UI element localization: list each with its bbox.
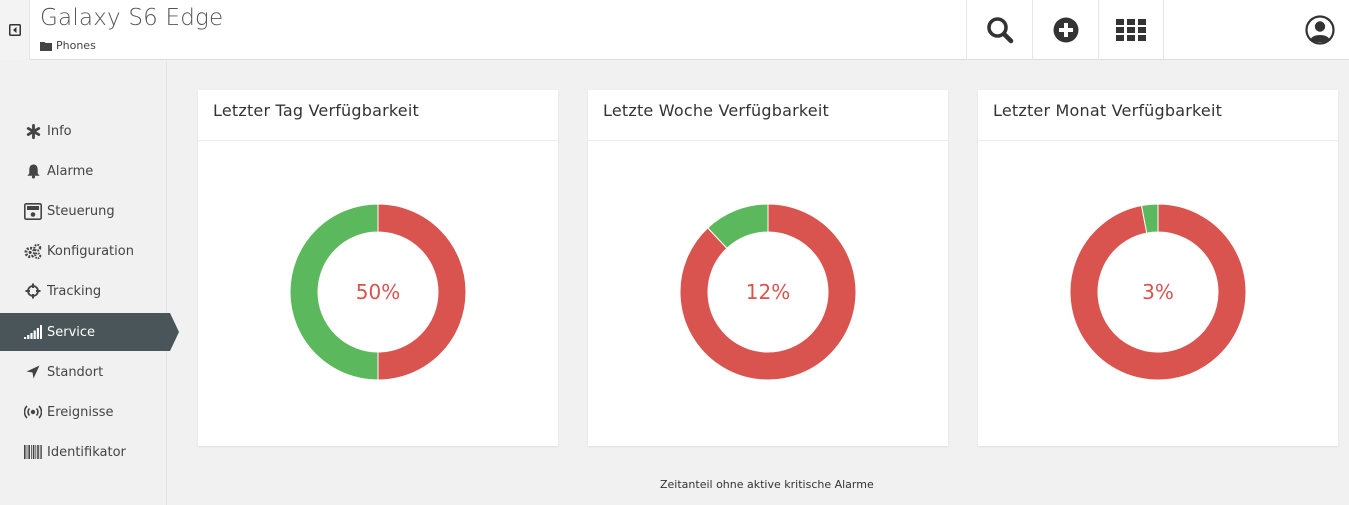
remote-icon bbox=[24, 202, 42, 220]
broadcast-icon bbox=[24, 403, 42, 421]
donut-chart: 3% bbox=[1069, 203, 1247, 381]
sidebar-item-steuerung[interactable]: Steuerung bbox=[0, 192, 167, 230]
sidebar-item-label: Info bbox=[47, 123, 72, 139]
apps-button[interactable] bbox=[1098, 0, 1164, 60]
add-button[interactable] bbox=[1032, 0, 1098, 60]
sidebar-item-tracking[interactable]: Tracking bbox=[0, 272, 167, 310]
sidebar-item-ereignisse[interactable]: Ereignisse bbox=[0, 393, 167, 431]
donut-chart: 50% bbox=[289, 203, 467, 381]
sidebar-toggle-icon bbox=[8, 24, 21, 36]
sidebar-item-label: Ereignisse bbox=[47, 404, 114, 420]
asterisk-icon bbox=[24, 122, 42, 140]
user-menu-button[interactable] bbox=[1290, 0, 1349, 60]
sidebar-item-label: Service bbox=[47, 324, 96, 340]
plus-circle-icon bbox=[1053, 17, 1078, 43]
sidebar-item-service[interactable]: Service bbox=[0, 313, 179, 351]
breadcrumb-label: Phones bbox=[56, 39, 96, 52]
sidebar-item-label: Alarme bbox=[47, 163, 94, 179]
gears-icon bbox=[24, 242, 42, 260]
sidebar-item-label: Konfiguration bbox=[47, 243, 134, 259]
sidebar: Info Alarme Steuerung Konfiguration Trac… bbox=[0, 61, 179, 505]
card-title: Letzter Monat Verfügbarkeit bbox=[978, 90, 1338, 141]
breadcrumb[interactable]: Phones bbox=[40, 39, 96, 52]
card-title: Letzter Tag Verfügbarkeit bbox=[198, 90, 558, 141]
sidebar-item-label: Identifikator bbox=[47, 444, 126, 460]
chart-footnote: Zeitanteil ohne aktive kritische Alarme bbox=[660, 478, 874, 491]
search-button[interactable] bbox=[966, 0, 1032, 60]
folder-icon bbox=[40, 41, 52, 51]
bell-icon bbox=[24, 162, 42, 180]
grid-icon bbox=[1116, 19, 1146, 41]
availability-card-week: Letzte Woche Verfügbarkeit 12% bbox=[588, 90, 948, 446]
sidebar-toggle-button[interactable] bbox=[0, 0, 30, 60]
percent-label: 12% bbox=[745, 280, 791, 304]
location-arrow-icon bbox=[24, 363, 42, 381]
availability-card-day: Letzter Tag Verfügbarkeit 50% bbox=[198, 90, 558, 446]
sidebar-item-konfiguration[interactable]: Konfiguration bbox=[0, 232, 167, 270]
card-title: Letzte Woche Verfügbarkeit bbox=[588, 90, 948, 141]
sidebar-item-label: Steuerung bbox=[47, 203, 115, 219]
percent-label: 3% bbox=[1142, 280, 1174, 304]
signal-icon bbox=[24, 323, 42, 341]
sidebar-item-standort[interactable]: Standort bbox=[0, 353, 167, 391]
sidebar-item-label: Standort bbox=[47, 364, 104, 380]
sidebar-item-label: Tracking bbox=[47, 283, 102, 299]
sidebar-item-identifikator[interactable]: Identifikator bbox=[0, 433, 167, 471]
sidebar-item-alarme[interactable]: Alarme bbox=[0, 152, 167, 190]
percent-label: 50% bbox=[355, 280, 401, 304]
donut-chart: 12% bbox=[679, 203, 857, 381]
availability-card-month: Letzter Monat Verfügbarkeit 3% bbox=[978, 90, 1338, 446]
sidebar-item-info[interactable]: Info bbox=[0, 112, 167, 150]
crosshair-icon bbox=[24, 282, 42, 300]
page-title: Galaxy S6 Edge bbox=[40, 5, 224, 31]
user-circle-icon bbox=[1304, 15, 1335, 45]
barcode-icon bbox=[24, 443, 42, 461]
top-header: Galaxy S6 Edge Phones bbox=[0, 0, 1349, 60]
search-icon bbox=[986, 17, 1013, 44]
